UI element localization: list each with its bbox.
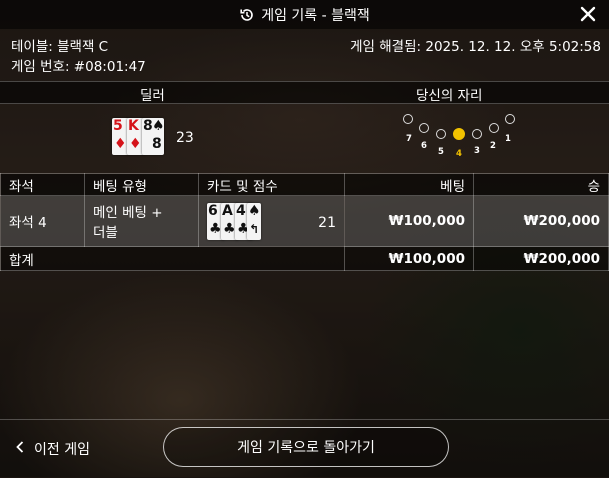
bet-type-cell: 메인 베팅 + 더블 xyxy=(84,195,199,247)
seat-map: 7 6 5 4 3 2 1 xyxy=(398,110,518,160)
page-title: 게임 기록 - 블랙잭 xyxy=(261,7,370,24)
col-cards: 카드 및 점수 xyxy=(198,173,345,196)
seat-5 xyxy=(436,129,446,139)
footer: 이전 게임 게임 기록으로 돌아가기 xyxy=(0,419,609,478)
seat-number: 7 xyxy=(406,134,412,144)
seat-number: 6 xyxy=(421,141,427,151)
history-icon xyxy=(239,7,255,23)
seat-7 xyxy=(403,114,413,124)
table-row: 좌석 4 메인 베팅 + 더블 6 ♣ A ♣ 4 ♣ ♠ ↰ 21 ₩100,… xyxy=(0,195,609,247)
seat-cell: 좌석 4 xyxy=(0,195,85,247)
col-bet: 베팅 xyxy=(344,173,474,196)
game-number: 게임 번호: #08:01:47 xyxy=(11,59,146,75)
total-label: 합계 xyxy=(0,246,345,271)
seat-6 xyxy=(419,123,429,133)
total-bet: ₩100,000 xyxy=(344,246,474,271)
seat-2 xyxy=(489,123,499,133)
your-seat-heading: 당신의 자리 xyxy=(416,88,483,104)
table-name: 테이블: 블랙잭 C xyxy=(11,39,109,55)
col-seat: 좌석 xyxy=(0,173,85,196)
previous-game-button[interactable]: 이전 게임 xyxy=(16,439,90,459)
total-row: 합계 ₩100,000 ₩200,000 xyxy=(0,246,609,271)
seat-number: 3 xyxy=(474,146,480,156)
seat-3 xyxy=(472,129,482,139)
dealer-card: 8 ♠ 8 xyxy=(142,118,165,155)
cards-cell: 6 ♣ A ♣ 4 ♣ ♠ ↰ 21 xyxy=(198,195,345,247)
win-amount: ₩200,000 xyxy=(473,195,609,247)
total-win: ₩200,000 xyxy=(473,246,609,271)
seat-number: 4 xyxy=(456,149,462,159)
col-bet-type: 베팅 유형 xyxy=(84,173,199,196)
close-icon[interactable] xyxy=(577,3,599,25)
bets-table: 좌석 베팅 유형 카드 및 점수 베팅 승 좌석 4 메인 베팅 + 더블 6 … xyxy=(0,173,609,271)
seat-number: 2 xyxy=(490,141,496,151)
seat-1 xyxy=(505,114,515,124)
seat-4 xyxy=(453,128,465,140)
game-history-panel: 게임 기록 - 블랙잭 테이블: 블랙잭 C 게임 번호: #08:01:47 … xyxy=(0,0,609,477)
player-score: 21 xyxy=(318,215,336,231)
seat-number: 1 xyxy=(505,134,511,144)
seat-number: 5 xyxy=(438,147,444,157)
dealer-heading: 딜러 xyxy=(140,88,165,104)
table-header: 좌석 베팅 유형 카드 및 점수 베팅 승 xyxy=(0,173,609,196)
dealer-score: 23 xyxy=(176,130,194,146)
player-hand: 6 ♣ A ♣ 4 ♣ ♠ ↰ 21 xyxy=(207,201,336,241)
col-win: 승 xyxy=(473,173,609,196)
header-bar: 게임 기록 - 블랙잭 xyxy=(0,0,609,29)
chevron-left-icon xyxy=(16,441,24,457)
back-to-history-button[interactable]: 게임 기록으로 돌아가기 xyxy=(163,427,449,467)
bet-amount: ₩100,000 xyxy=(344,195,474,247)
section-header: 딜러 당신의 자리 xyxy=(0,81,609,104)
previous-game-label: 이전 게임 xyxy=(34,442,90,458)
settled-time: 게임 해결됨: 2025. 12. 12. 오후 5:02:58 xyxy=(350,39,601,55)
player-card-doubled: ♠ ↰ xyxy=(247,203,261,240)
